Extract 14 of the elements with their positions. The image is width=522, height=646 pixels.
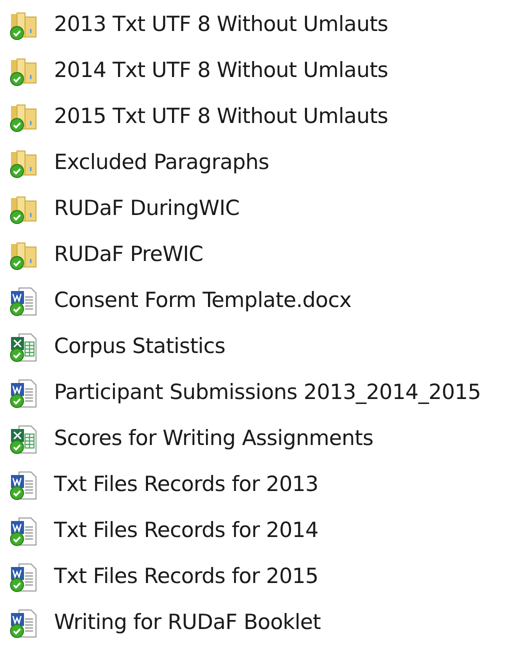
file-name[interactable]: 2013 Txt UTF 8 Without Umlauts (54, 9, 388, 41)
file-name[interactable]: 2015 Txt UTF 8 Without Umlauts (54, 101, 388, 133)
file-name[interactable]: Consent Form Template.docx (54, 285, 352, 317)
file-name[interactable]: Txt Files Records for 2015 (54, 561, 318, 593)
file-name[interactable]: Participant Submissions 2013_2014_2015 (54, 377, 481, 409)
file-name[interactable]: RUDaF DuringWIC (54, 193, 240, 225)
file-name[interactable]: RUDaF PreWIC (54, 239, 204, 271)
file-name[interactable]: Excluded Paragraphs (54, 147, 270, 179)
file-name[interactable]: 2014 Txt UTF 8 Without Umlauts (54, 55, 388, 87)
file-name[interactable]: Txt Files Records for 2013 (54, 469, 318, 501)
file-name[interactable]: Corpus Statistics (54, 331, 226, 363)
file-name[interactable]: Writing for RUDaF Booklet (54, 607, 321, 639)
file-name[interactable]: Scores for Writing Assignments (54, 423, 374, 455)
file-name[interactable]: Txt Files Records for 2014 (54, 515, 318, 547)
